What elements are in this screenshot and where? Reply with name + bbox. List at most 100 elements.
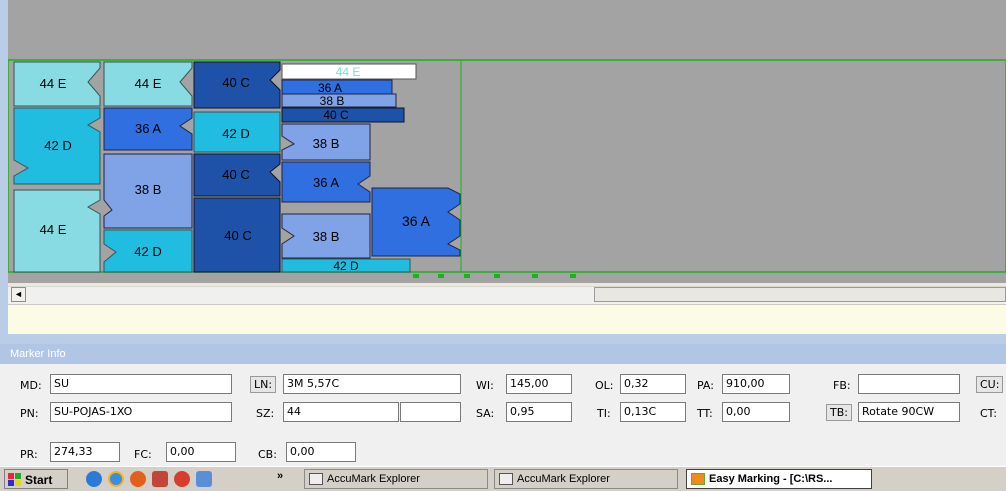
start-button[interactable]: Start [4,469,68,489]
ti-label: TI: [597,407,611,420]
tt-field[interactable]: 0,00 [722,402,790,422]
marker-layout[interactable]: 44 E 42 D 44 E 44 E 36 A 38 B 42 D 40 C … [8,0,1006,283]
pn-label: PN: [20,407,39,420]
piece-40c-bottom[interactable]: 40 C [193,197,281,273]
ti-field[interactable]: 0,13C [620,402,686,422]
piece-44e-col2[interactable]: 44 E [103,61,193,107]
piece-36a-right[interactable]: 36 A [371,187,461,257]
window-left-border [0,0,8,345]
quicklaunch-firefox-icon[interactable] [130,471,146,487]
sa-label: SA: [476,407,495,420]
piece-label: 36 A [402,213,431,229]
sa-field[interactable]: 0,95 [506,402,572,422]
piece-label: 40 C [323,108,349,122]
horizontal-scrollbar[interactable]: ◄ [8,283,1006,304]
md-label: MD: [20,379,42,392]
piece-36a-strip[interactable]: 36 A [281,79,393,95]
md-field[interactable]: SU [50,374,232,394]
piece-label: 44 E [40,76,67,91]
piece-label: 42 D [333,259,359,273]
ol-field[interactable]: 0,32 [620,374,686,394]
piece-36a-col2[interactable]: 36 A [103,107,193,151]
marker-info-panel: Marker Info MD: SU LN: 3M 5,57C WI: 145,… [0,344,1006,466]
pa-field[interactable]: 910,00 [722,374,790,394]
piece-42d-left[interactable]: 42 D [13,107,101,185]
piece-42d-strip[interactable]: 42 D [281,258,411,273]
folder-window-icon [499,473,513,485]
piece-label: 38 B [320,94,345,108]
piece-44e-strip[interactable]: 44 E [281,63,417,80]
tt-label: TT: [697,407,713,420]
cb-field[interactable]: 0,00 [286,442,356,462]
piece-38b-strip[interactable]: 38 B [281,93,397,108]
windows-logo-icon [8,473,21,486]
quicklaunch-browser-icon[interactable] [108,471,124,487]
piece-label: 38 B [135,182,162,197]
sz-secondary-field[interactable] [400,402,461,422]
marker-info-title: Marker Info [0,344,1006,364]
task-label: AccuMark Explorer [327,473,420,485]
fc-label: FC: [134,448,152,461]
piece-label: 36 A [135,121,161,136]
fb-field[interactable] [858,374,960,394]
wi-label: WI: [476,379,494,392]
piece-38b-col4[interactable]: 38 B [281,123,371,161]
fc-field[interactable]: 0,00 [166,442,236,462]
ln-label[interactable]: LN: [250,376,277,393]
message-panel [8,304,1006,335]
piece-label: 38 B [313,229,340,244]
cu-label[interactable]: CU: [976,376,1004,393]
piece-label: 40 C [224,228,251,243]
quicklaunch-more-icon[interactable]: » [277,470,283,482]
piece-36a-col4[interactable]: 36 A [281,161,371,203]
piece-label: 44 E [40,222,67,237]
piece-44e-top[interactable]: 44 E [13,61,101,107]
piece-label: 38 B [313,136,340,151]
wi-field[interactable]: 145,00 [506,374,572,394]
window-bottom-border [0,334,1006,344]
piece-label: 40 C [222,167,249,182]
task-accumark-explorer-1[interactable]: AccuMark Explorer [304,469,488,489]
sz-field[interactable]: 44 [283,402,399,422]
quicklaunch-explorer-icon[interactable] [196,471,212,487]
ct-label: CT: [980,407,997,420]
task-label: AccuMark Explorer [517,473,610,485]
piece-38b-col2[interactable]: 38 B [103,153,193,229]
quicklaunch-app-icon[interactable] [152,471,168,487]
piece-40c-mid[interactable]: 40 C [193,153,281,197]
easy-marking-icon [691,473,705,485]
piece-label: 36 A [313,175,339,190]
taskbar: Start » AccuMark Explorer AccuMark Explo… [0,466,1006,491]
quicklaunch-ie-icon[interactable] [86,471,102,487]
piece-label: 36 A [318,81,342,95]
fb-label: FB: [833,379,851,392]
piece-40c-strip[interactable]: 40 C [281,107,405,123]
cb-label: CB: [258,448,277,461]
piece-label: 40 C [222,75,249,90]
piece-42d-col2[interactable]: 42 D [103,229,193,273]
tb-field[interactable]: Rotate 90CW [858,402,960,422]
piece-44e-mid[interactable]: 44 E [13,189,101,273]
tb-label[interactable]: TB: [826,404,852,421]
task-easy-marking[interactable]: Easy Marking - [C:\RS... [686,469,872,489]
task-accumark-explorer-2[interactable]: AccuMark Explorer [494,469,678,489]
quicklaunch-chrome-icon[interactable] [174,471,190,487]
piece-40c-top[interactable]: 40 C [193,61,281,109]
pn-field[interactable]: SU-POJAS-1XO [50,402,232,422]
scrollbar-thumb[interactable] [594,287,1006,302]
pr-field[interactable]: 274,33 [50,442,120,462]
task-label: Easy Marking - [C:\RS... [709,473,833,485]
ol-label: OL: [595,379,614,392]
piece-label: 42 D [44,138,71,153]
sz-label: SZ: [256,407,275,420]
piece-label: 42 D [222,126,249,141]
piece-42d-col3[interactable]: 42 D [193,111,281,153]
piece-label: 42 D [134,244,161,259]
piece-label: 44 E [135,76,162,91]
scroll-left-button[interactable]: ◄ [11,287,26,302]
pr-label: PR: [20,448,38,461]
marker-canvas[interactable]: 44 E 42 D 44 E 44 E 36 A 38 B 42 D 40 C … [8,0,1006,283]
piece-38b-col4-bottom[interactable]: 38 B [281,213,371,259]
ln-field[interactable]: 3M 5,57C [283,374,461,394]
pa-label: PA: [697,379,714,392]
